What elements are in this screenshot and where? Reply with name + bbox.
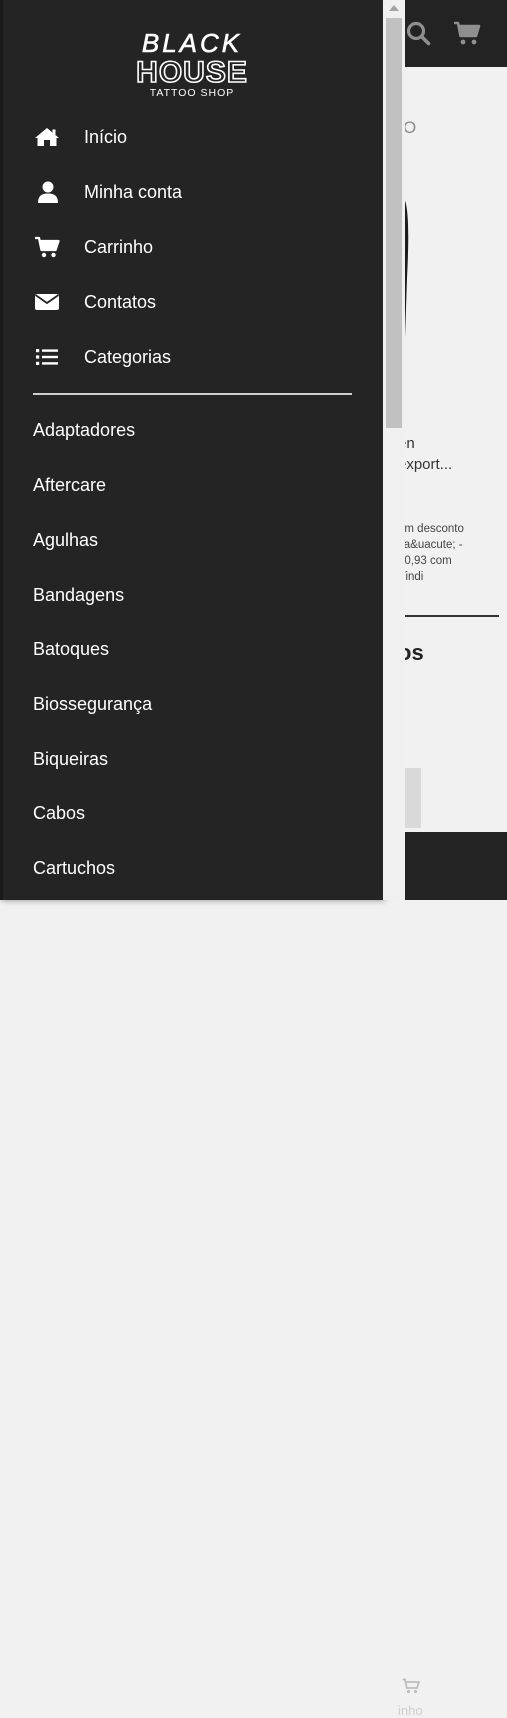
category-item[interactable]: Adaptadores: [33, 415, 353, 445]
product-name-line: export...: [398, 456, 453, 473]
side-drawer: BLACK HOUSE TATTOO SHOP Início Minha con…: [0, 0, 383, 900]
product-name[interactable]: en export...: [398, 433, 452, 475]
menu-item-account[interactable]: Minha conta: [34, 174, 354, 210]
drawer-edge: [0, 0, 3, 900]
cart-icon: [34, 235, 62, 259]
logo-line-2: HOUSE: [136, 56, 248, 89]
menu-divider: [33, 393, 352, 395]
menu-item-categories[interactable]: Categorias: [34, 339, 354, 375]
menu-item-label: Categorias: [84, 346, 172, 367]
category-item[interactable]: Batoques: [33, 634, 353, 664]
scroll-thumb[interactable]: [386, 18, 402, 428]
bottom-nav-cart-label[interactable]: inho: [398, 1703, 423, 1718]
category-item[interactable]: Biqueiras: [33, 744, 353, 774]
logo-line-1: BLACK: [142, 30, 242, 58]
envelope-icon: [34, 290, 62, 314]
search-icon[interactable]: [405, 20, 431, 46]
price-line: Vindi: [398, 571, 424, 583]
home-icon: [34, 125, 62, 149]
menu-item-label: Minha conta: [84, 181, 183, 202]
price-info: om desconto lta&uacute; - 30,93 com Vind…: [398, 521, 464, 585]
menu-item-label: Contatos: [84, 291, 157, 312]
logo-line-3: TATTOO SHOP: [150, 87, 235, 98]
section-divider: [398, 615, 499, 617]
category-item[interactable]: Biossegurança: [33, 689, 353, 719]
category-item[interactable]: Cartuchos: [33, 853, 353, 883]
user-icon: [34, 180, 62, 204]
price-line: 30,93 com: [398, 555, 452, 567]
menu-item-contacts[interactable]: Contatos: [34, 284, 354, 320]
category-item[interactable]: Aftercare: [33, 470, 353, 500]
logo[interactable]: BLACK HOUSE TATTOO SHOP: [112, 30, 272, 98]
scroll-up-arrow-icon[interactable]: [389, 5, 399, 11]
menu-item-label: Início: [84, 126, 128, 147]
product-name-line: en: [398, 435, 415, 452]
menu-item-cart[interactable]: Carrinho: [34, 229, 354, 265]
price-line: om desconto: [398, 523, 464, 535]
cart-icon[interactable]: [402, 1678, 420, 1694]
cart-icon[interactable]: [453, 20, 481, 46]
category-item[interactable]: Cabos: [33, 798, 353, 828]
category-item[interactable]: Bandagens: [33, 580, 353, 610]
category-item[interactable]: Agulhas: [33, 525, 353, 555]
list-icon: [34, 345, 62, 369]
drawer-scrollbar[interactable]: [383, 0, 405, 900]
menu-item-home[interactable]: Início: [34, 119, 354, 155]
price-line: lta&uacute; -: [398, 539, 463, 551]
menu-item-label: Carrinho: [84, 236, 154, 257]
